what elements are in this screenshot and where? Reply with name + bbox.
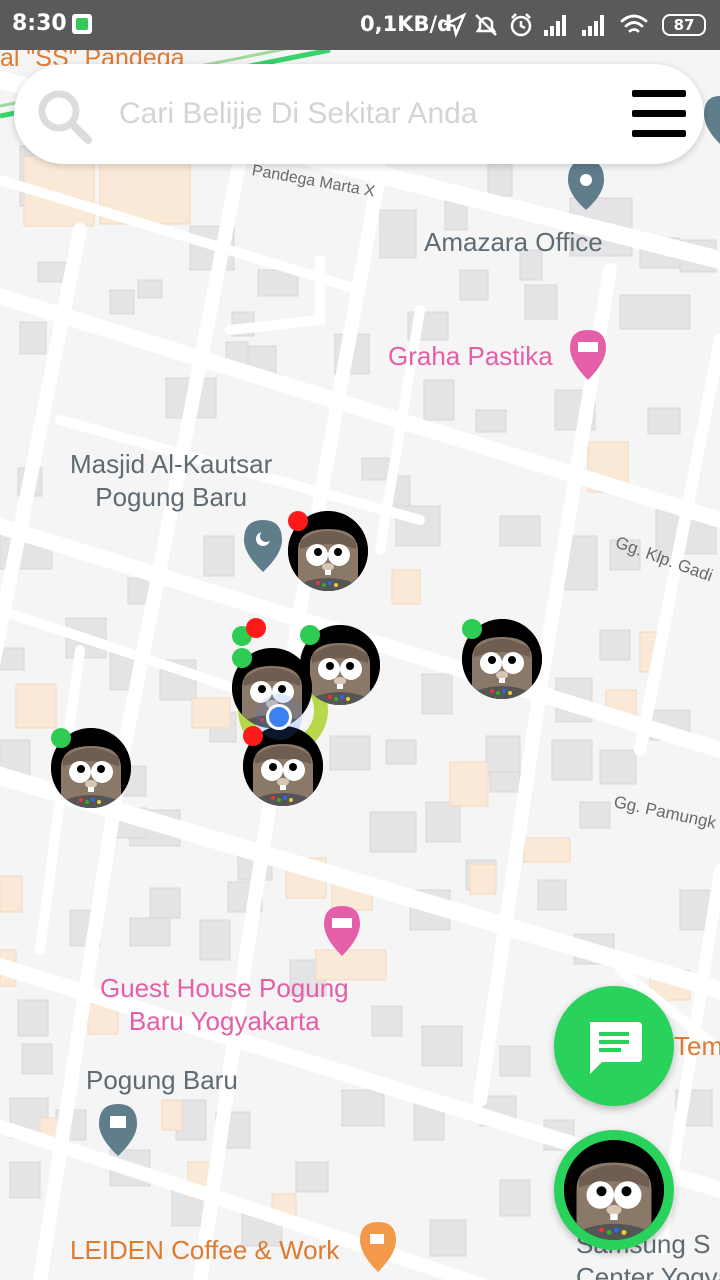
status-net-speed: 0,1KB/d [360, 12, 453, 36]
battery-icon: 87 [662, 14, 706, 36]
place-label-line: Baru Yogyakarta [128, 1006, 320, 1036]
place-label-guesthouse[interactable]: Guest House Pogung Baru Yogyakarta [100, 972, 349, 1038]
status-bar: 8:30 0,1KB/d 87 [0, 0, 720, 50]
transit-pin-icon [704, 96, 720, 144]
status-time: 8:30 [12, 11, 67, 36]
my-location-marker [266, 704, 292, 730]
landmark-pin-icon [99, 1104, 137, 1156]
hotel-pin-icon [570, 330, 606, 380]
place-label-tem: Tem [674, 1031, 720, 1061]
search-bar [14, 64, 704, 164]
place-label-line: Pogung Baru [95, 482, 248, 512]
place-label-line: Center Yogya [576, 1262, 720, 1280]
wifi-icon [620, 14, 648, 33]
status-dot-online [462, 619, 482, 639]
place-label-line: Guest House Pogung [100, 973, 349, 1003]
status-dot-online [51, 728, 71, 748]
search-icon[interactable] [36, 88, 92, 144]
bell-off-icon [475, 14, 497, 36]
status-dot-online [300, 625, 320, 645]
chat-icon [590, 1022, 642, 1074]
place-label-leiden[interactable]: LEIDEN Coffee & Work [70, 1234, 339, 1267]
search-input[interactable] [119, 90, 599, 138]
place-label-graha[interactable]: Graha Pastika [388, 340, 553, 373]
place-label-pogung[interactable]: Pogung Baru [86, 1064, 238, 1097]
status-dot-offline [288, 511, 308, 531]
hotel-pin-icon [324, 906, 360, 956]
signal-icon [544, 15, 566, 36]
location-arrow-icon [444, 12, 467, 38]
app-notification-icon [72, 14, 92, 34]
profile-button[interactable] [554, 1130, 674, 1250]
place-label-masjid[interactable]: Masjid Al-Kautsar Pogung Baru [70, 448, 272, 514]
mosque-pin-icon [244, 520, 282, 572]
hamburger-menu-icon[interactable] [632, 90, 686, 138]
profile-avatar-icon [564, 1140, 664, 1240]
status-dot-offline [243, 726, 263, 746]
status-icons [444, 12, 648, 38]
chat-button[interactable] [554, 986, 674, 1106]
status-dot-online [232, 648, 252, 668]
place-label-amazara[interactable]: Amazara Office [424, 226, 603, 259]
cafe-pin-icon [360, 1222, 396, 1272]
place-label-line: Masjid Al-Kautsar [70, 449, 273, 479]
alarm-icon [510, 13, 532, 37]
signal-icon [582, 15, 604, 36]
status-dot-offline [246, 618, 266, 638]
